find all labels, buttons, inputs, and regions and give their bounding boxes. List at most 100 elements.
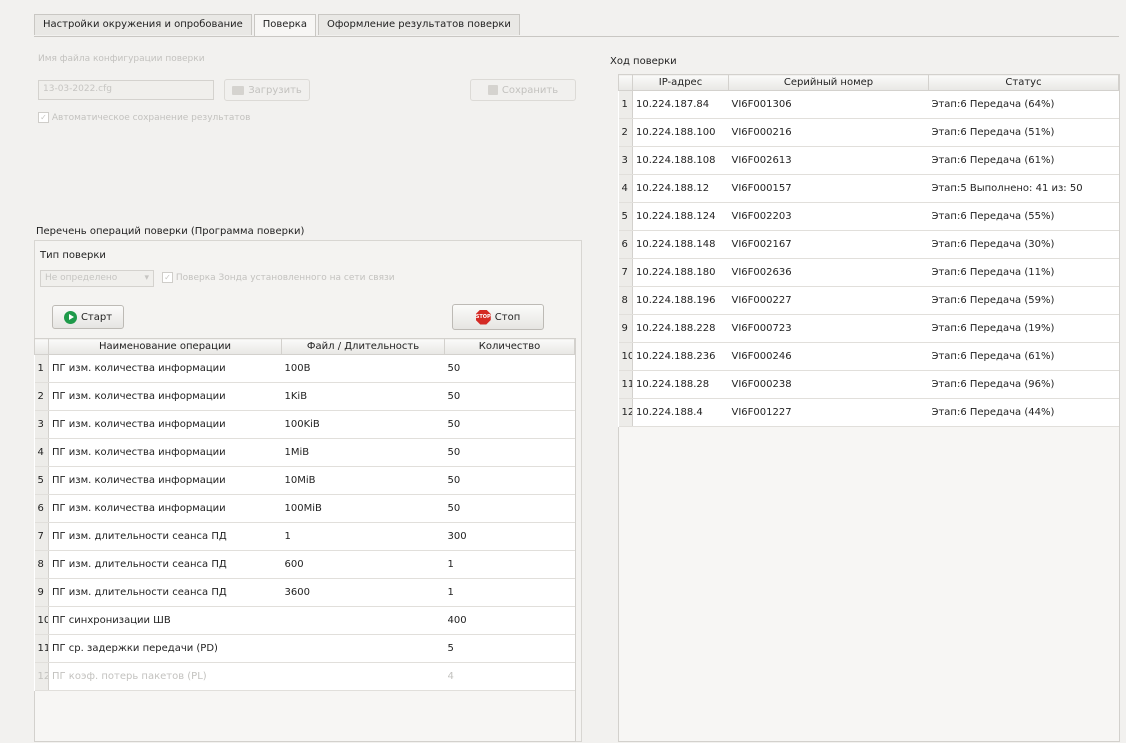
serial-cell: VI6F000216 (728, 118, 929, 147)
table-row[interactable]: 9 10.224.188.228 VI6F000723 Этап:6 Передача… (618, 314, 1119, 343)
table-row[interactable]: 10ПГ синхронизации ШВ 400 (34, 606, 575, 635)
table-row[interactable]: 5 10.224.188.124 VI6F002203 Этап:6 Передача… (618, 202, 1119, 231)
operation-name-cell[interactable]: ПГ изм. длительности сеанса ПД (48, 578, 282, 607)
file-duration-cell[interactable] (281, 606, 445, 635)
autosave-checkbox[interactable]: ✓ (38, 112, 49, 123)
column-header-serial[interactable]: Серийный номер (728, 74, 929, 91)
table-row[interactable]: 8 10.224.188.196 VI6F000227 Этап:6 Передача… (618, 286, 1119, 315)
row-number: 11 (34, 634, 49, 663)
operation-name-cell[interactable]: ПГ ср. задержки передачи (PD) (48, 634, 282, 663)
table-row[interactable]: 9 ПГ изм. длительности сеанса ПД 3600 1 (34, 578, 575, 607)
file-duration-cell[interactable] (281, 634, 445, 663)
operation-name-cell[interactable]: ПГ изм. количества информации (48, 410, 282, 439)
table-row[interactable]: 1010.224.188.236VI6F000246Этап:6 Передач… (618, 342, 1119, 371)
status-cell: Этап:6 Передача (61%) (928, 146, 1119, 175)
status-cell: Этап:6 Передача (19%) (928, 314, 1119, 343)
probe-checkbox[interactable]: ✓ (162, 272, 173, 283)
tab-divider (34, 36, 1119, 37)
count-cell[interactable]: 1 (444, 578, 575, 607)
operation-name-cell[interactable]: ПГ изм. количества информации (48, 494, 282, 523)
table-row[interactable]: 5 ПГ изм. количества информации 10MiB 50 (34, 466, 575, 495)
ip-cell: 10.224.188.108 (632, 146, 729, 175)
row-number: 2 (618, 118, 633, 147)
row-number: 12 (618, 398, 633, 427)
table-row[interactable]: 2 ПГ изм. количества информации 1KiB 50 (34, 382, 575, 411)
file-duration-cell[interactable]: 600 (281, 550, 445, 579)
count-cell[interactable]: 400 (444, 606, 575, 635)
count-cell[interactable]: 50 (444, 494, 575, 523)
table-row[interactable]: 3 10.224.188.108 VI6F002613 Этап:6 Передача… (618, 146, 1119, 175)
ip-cell: 10.224.188.180 (632, 258, 729, 287)
start-button[interactable]: Старт (52, 305, 124, 329)
count-cell[interactable]: 50 (444, 466, 575, 495)
load-button[interactable]: Загрузить (224, 79, 310, 101)
ip-cell: 10.224.188.4 (632, 398, 729, 427)
row-number: 12 (34, 662, 49, 691)
column-header-file-duration[interactable]: Файл / Длительность (281, 338, 445, 355)
status-cell: Этап:6 Передача (55%) (928, 202, 1119, 231)
config-file-field[interactable]: 13-03-2022.cfg (38, 80, 214, 100)
column-header-ip[interactable]: IP-адрес (632, 74, 729, 91)
table-row[interactable]: 7 ПГ изм. длительности сеанса ПД 1 300 (34, 522, 575, 551)
table-row[interactable]: 12ПГ коэф. потерь пакетов (PL) 4 (34, 662, 575, 691)
count-cell[interactable]: 50 (444, 410, 575, 439)
file-duration-cell[interactable]: 1MiB (281, 438, 445, 467)
table-row[interactable]: 7 10.224.188.180 VI6F002636 Этап:6 Передача… (618, 258, 1119, 287)
operation-name-cell[interactable]: ПГ изм. длительности сеанса ПД (48, 522, 282, 551)
count-cell[interactable]: 5 (444, 634, 575, 663)
column-header-operation[interactable]: Наименование операции (48, 338, 282, 355)
count-cell[interactable]: 300 (444, 522, 575, 551)
column-header-count[interactable]: Количество (444, 338, 575, 355)
table-row[interactable]: 2 10.224.188.100 VI6F000216 Этап:6 Передача… (618, 118, 1119, 147)
tab-results[interactable]: Оформление результатов поверки (317, 14, 520, 35)
operation-name-cell[interactable]: ПГ изм. длительности сеанса ПД (48, 550, 282, 579)
tab-verification[interactable]: Поверка (253, 14, 316, 36)
table-row[interactable]: 11ПГ ср. задержки передачи (PD) 5 (34, 634, 575, 663)
verification-type-select[interactable]: Не определено ▾ (40, 270, 154, 287)
operation-name-cell[interactable]: ПГ изм. количества информации (48, 438, 282, 467)
file-duration-cell[interactable]: 10MiB (281, 466, 445, 495)
table-row[interactable]: 4 ПГ изм. количества информации 1MiB 50 (34, 438, 575, 467)
tab-environment-setup[interactable]: Настройки окружения и опробование (34, 14, 252, 35)
count-cell[interactable]: 1 (444, 550, 575, 579)
table-row[interactable]: 6 ПГ изм. количества информации 100MiB 50 (34, 494, 575, 523)
file-duration-cell[interactable]: 1 (281, 522, 445, 551)
status-cell: Этап:6 Передача (96%) (928, 370, 1119, 399)
operation-name-cell[interactable]: ПГ синхронизации ШВ (48, 606, 282, 635)
operation-name-cell[interactable]: ПГ изм. количества информации (48, 466, 282, 495)
table-row[interactable]: 3 ПГ изм. количества информации 100KiB 50 (34, 410, 575, 439)
table-row[interactable]: 8 ПГ изм. длительности сеанса ПД 600 1 (34, 550, 575, 579)
operation-name-cell[interactable]: ПГ изм. количества информации (48, 382, 282, 411)
table-row[interactable]: 1 10.224.187.84 VI6F001306 Этап:6 Передача … (618, 90, 1119, 119)
row-number: 9 (34, 578, 49, 607)
stop-button[interactable]: STOP Стоп (452, 304, 544, 330)
count-cell[interactable]: 50 (444, 438, 575, 467)
probe-check-option: ✓ Поверка Зонда установленного на сети с… (162, 272, 395, 283)
autosave-option: ✓ Автоматическое сохранение результатов (38, 112, 250, 123)
count-cell[interactable]: 50 (444, 354, 575, 383)
file-duration-cell[interactable]: 3600 (281, 578, 445, 607)
ip-cell: 10.224.188.148 (632, 230, 729, 259)
row-number: 7 (618, 258, 633, 287)
stop-button-label: Стоп (494, 311, 521, 323)
table-row[interactable]: 1110.224.188.28VI6F000238Этап:6 Передача… (618, 370, 1119, 399)
table-row[interactable]: 1 ПГ изм. количества информации 100B 50 (34, 354, 575, 383)
folder-icon (232, 85, 245, 95)
file-duration-cell[interactable]: 100MiB (281, 494, 445, 523)
file-duration-cell[interactable]: 1KiB (281, 382, 445, 411)
file-duration-cell[interactable]: 100KiB (281, 410, 445, 439)
row-number: 10 (618, 342, 633, 371)
table-row[interactable]: 6 10.224.188.148 VI6F002167 Этап:6 Передача… (618, 230, 1119, 259)
start-button-label: Старт (80, 311, 113, 323)
column-header-status[interactable]: Статус (928, 74, 1119, 91)
status-cell: Этап:6 Передача (59%) (928, 286, 1119, 315)
file-duration-cell[interactable]: 100B (281, 354, 445, 383)
file-duration-cell[interactable] (281, 662, 445, 691)
table-row[interactable]: 1210.224.188.4VI6F001227Этап:6 Передача … (618, 398, 1119, 427)
count-cell[interactable]: 4 (444, 662, 575, 691)
save-button[interactable]: Сохранить (470, 79, 576, 101)
table-row[interactable]: 4 10.224.188.12 VI6F000157 Этап:5 Выполнено… (618, 174, 1119, 203)
count-cell[interactable]: 50 (444, 382, 575, 411)
operation-name-cell[interactable]: ПГ изм. количества информации (48, 354, 282, 383)
operation-name-cell[interactable]: ПГ коэф. потерь пакетов (PL) (48, 662, 282, 691)
